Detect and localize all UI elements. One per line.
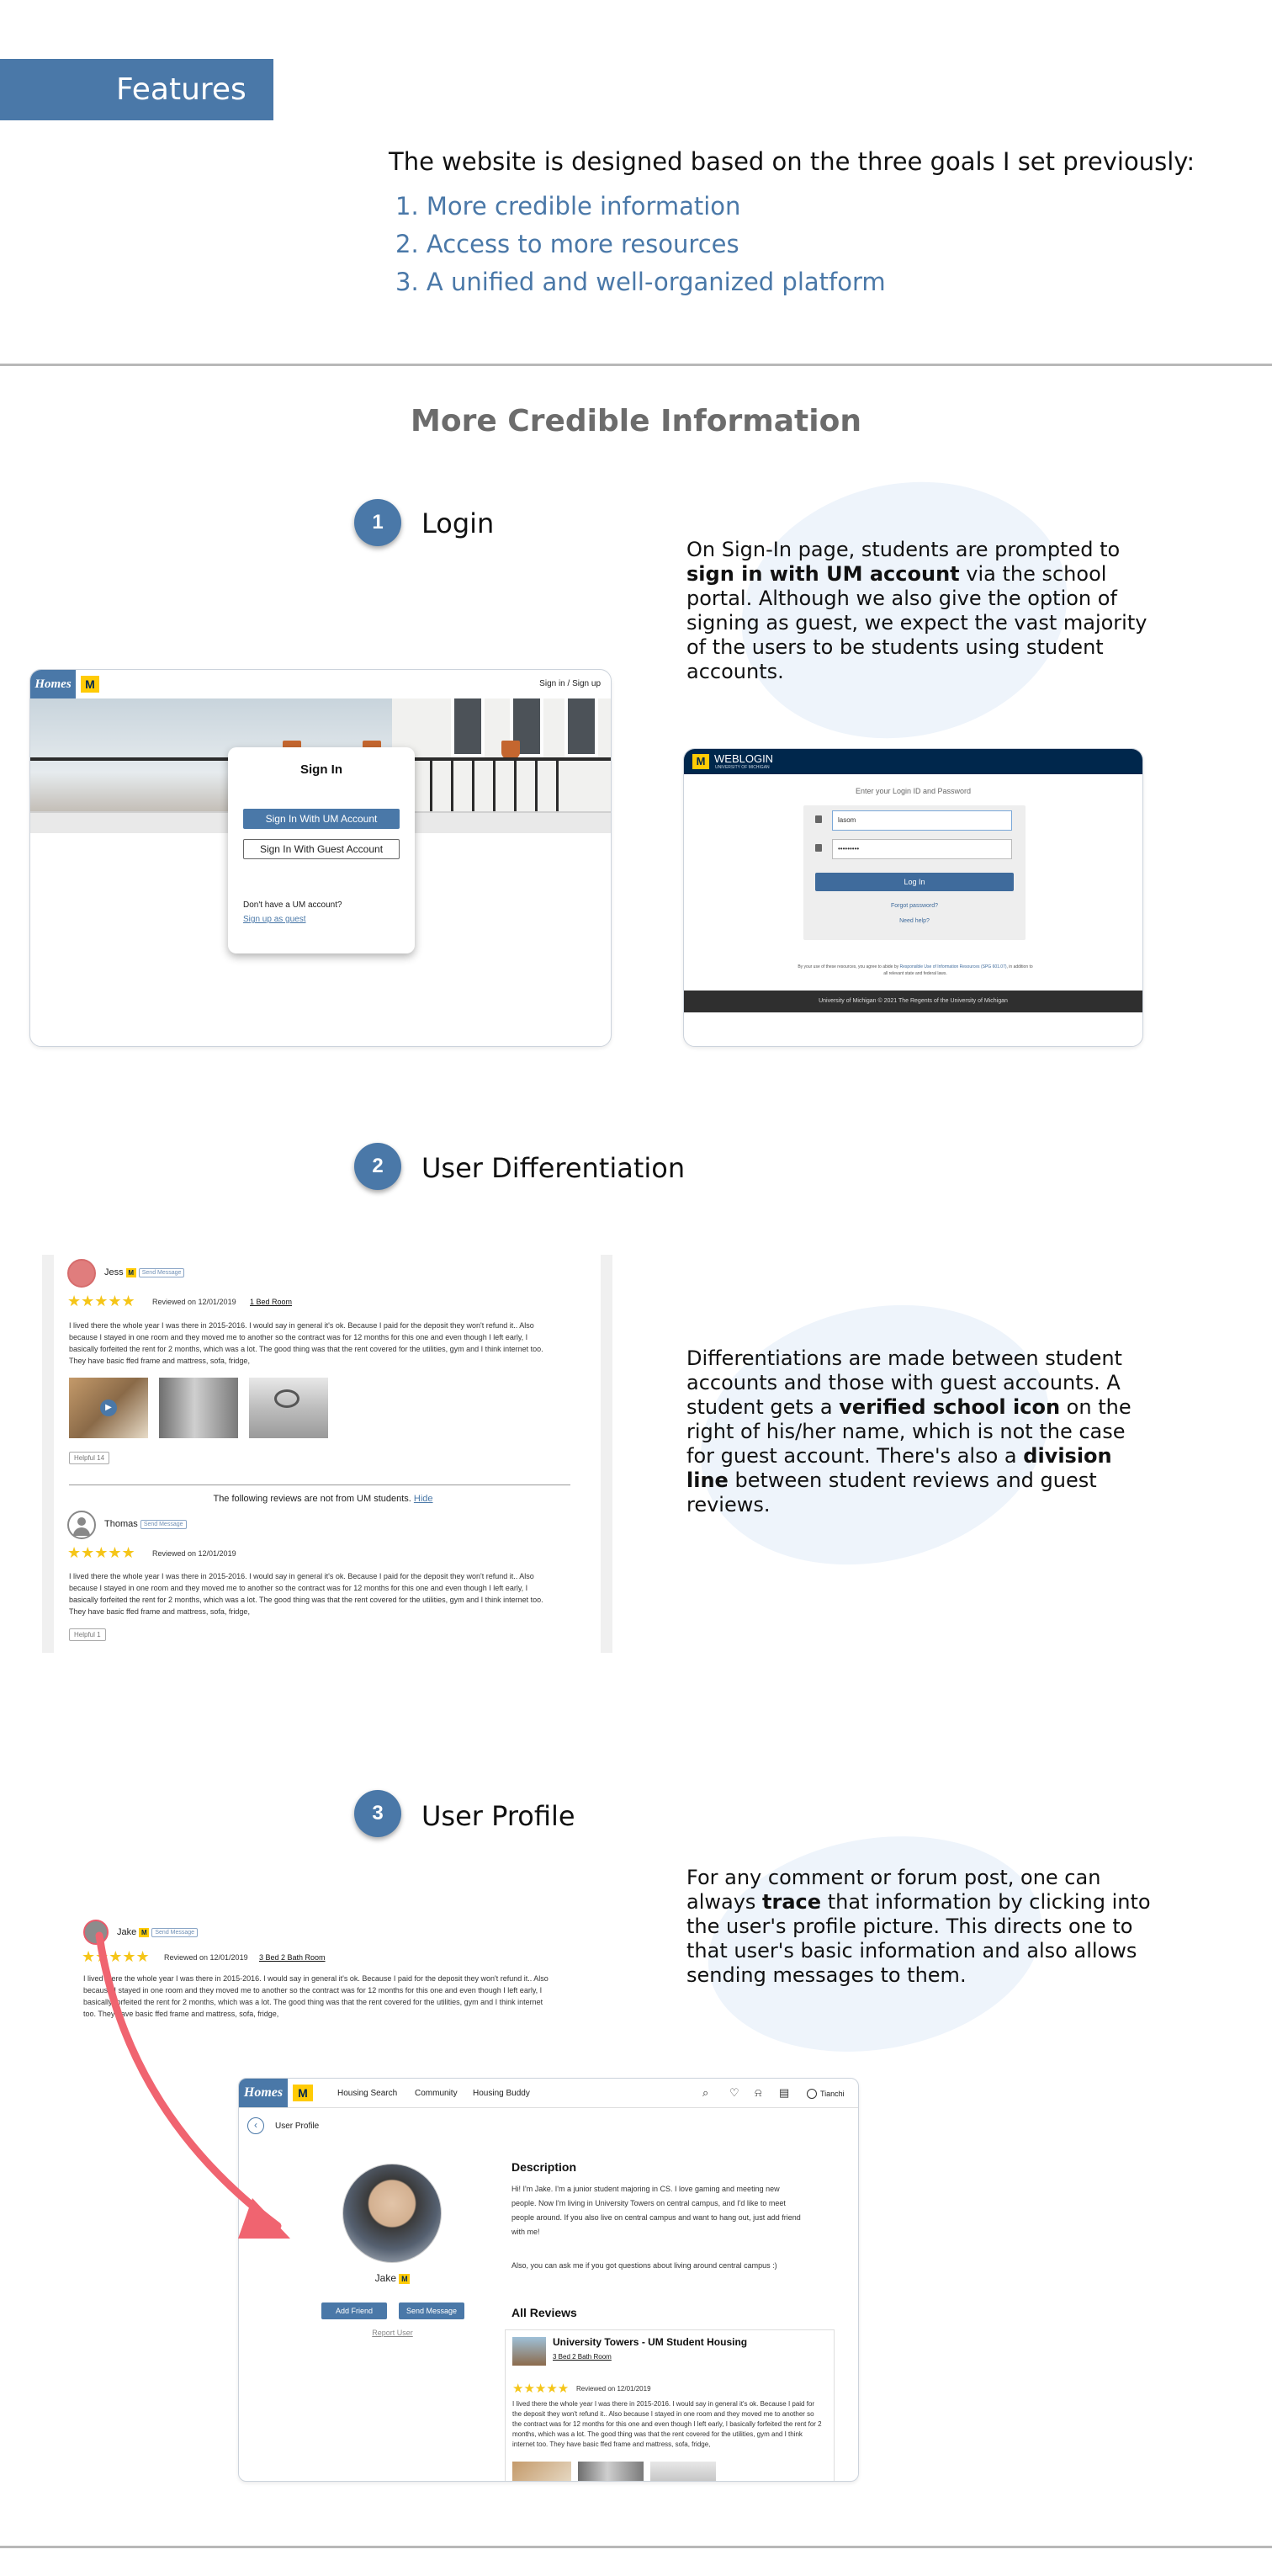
trace-arrow-icon — [95, 1931, 290, 2239]
bottom-divider — [0, 2546, 1272, 2548]
